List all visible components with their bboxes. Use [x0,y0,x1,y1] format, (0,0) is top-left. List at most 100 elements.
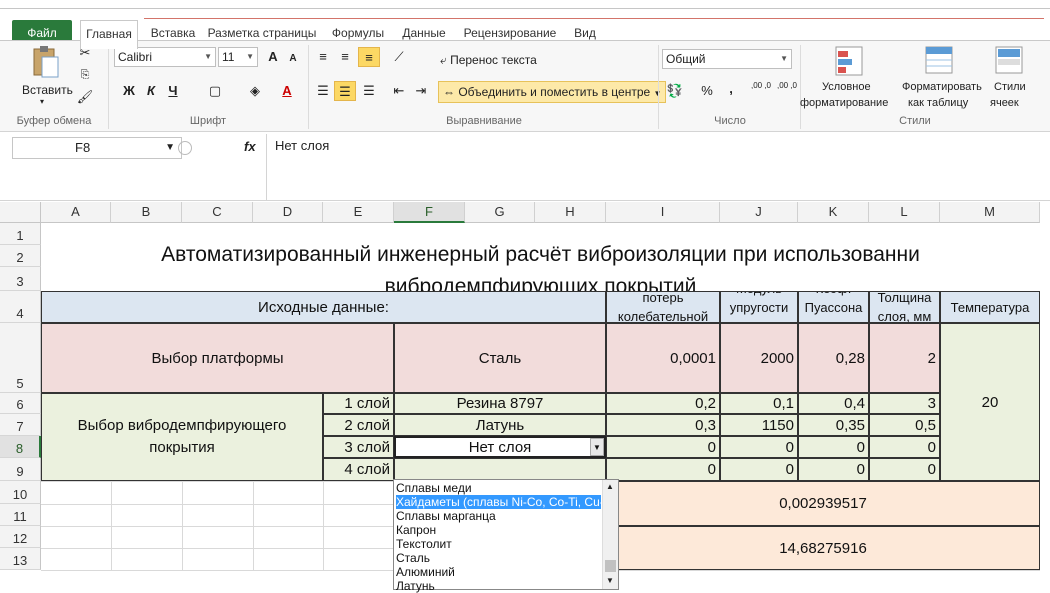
cell-styles-icon[interactable] [994,45,1024,77]
validation-dropdown-list[interactable]: ▲ ▼ Сплавы меди Хайдаметы (сплавы Ni-Co, … [393,479,619,593]
layer-material-select[interactable] [394,458,606,481]
borders-icon[interactable]: ▢ [204,81,226,101]
formula-bar-expand-icon[interactable] [178,141,192,155]
select-all-corner[interactable] [0,202,41,223]
dropdown-option[interactable]: Текстолит [396,537,452,551]
dropdown-option[interactable]: Капрон [396,523,436,537]
row-header[interactable]: 11 [0,504,41,526]
column-header[interactable]: A [41,202,111,223]
wrap-text-button[interactable]: ⤶ Перенос текста [440,53,537,68]
column-header[interactable]: C [182,202,253,223]
format-table-label-1[interactable]: Форматировать [902,81,982,93]
format-table-label-2[interactable]: как таблицу [908,97,968,109]
cell-styles-label-1[interactable]: Стили [994,81,1026,93]
grow-font-icon[interactable]: A [262,47,284,67]
column-header[interactable]: I [606,202,720,223]
separator [108,45,109,129]
scroll-up-icon[interactable]: ▲ [606,482,614,491]
chevron-down-icon: ▼ [204,52,212,61]
align-top-icon[interactable]: ≡ [312,47,334,67]
result-value-1: 0,002939517 [606,481,1040,526]
paste-label[interactable]: Вставить [22,83,73,97]
align-right-icon[interactable]: ☰ [358,81,380,101]
cell-styles-label-2[interactable]: ячеек [990,97,1019,109]
fx-icon[interactable]: fx [244,139,256,154]
shrink-font-icon[interactable]: A [282,49,304,69]
conditional-formatting-icon[interactable] [834,45,864,77]
row-header[interactable]: 2 [0,245,41,267]
number-format-select[interactable]: Общий ▼ [662,49,792,69]
currency-icon[interactable]: 💱 [664,81,686,101]
dropdown-arrow-icon[interactable]: ▼ [590,438,604,456]
header-loss-coefficient: Коэффициентпотерьколебательнойэнергии η [606,291,720,323]
cond-format-label-2[interactable]: форматирование [800,97,888,109]
row-header[interactable]: 3 [0,267,41,291]
column-header[interactable]: K [798,202,869,223]
dropdown-option[interactable]: Сплавы марганца [396,509,496,523]
scroll-down-icon[interactable]: ▼ [606,576,614,585]
layer-thickness: 3 [869,393,940,414]
copy-icon[interactable]: ⎘ [74,65,96,85]
fill-color-icon[interactable]: ◈ [244,81,266,101]
column-header[interactable]: G [465,202,535,223]
column-header[interactable]: J [720,202,798,223]
underline-button[interactable]: Ч [162,81,184,101]
scroll-thumb[interactable] [605,560,616,572]
format-painter-icon[interactable]: 🖌 [74,87,96,107]
dropdown-option[interactable]: Сплавы меди [396,481,472,495]
row-header[interactable]: 4 [0,291,41,323]
column-header[interactable]: E [323,202,394,223]
row-header[interactable]: 12 [0,526,41,548]
percent-button[interactable]: % [696,81,718,101]
column-header[interactable]: D [253,202,323,223]
bold-button[interactable]: Ж [118,81,140,101]
name-box[interactable]: F8 ▼ [12,137,182,159]
column-header[interactable]: B [111,202,182,223]
increase-decimal-button[interactable]: ,00 ,0 [748,81,774,101]
row-header[interactable]: 6 [0,393,41,414]
align-middle-icon[interactable]: ≡ [334,47,356,67]
orientation-icon[interactable]: ⟋ [388,47,410,67]
format-as-table-icon[interactable] [924,45,954,77]
row-header[interactable]: 1 [0,223,41,245]
column-header[interactable]: H [535,202,606,223]
cond-format-label-1[interactable]: Условное [822,81,871,93]
row-header[interactable]: 5 [0,323,41,393]
paste-dropdown-icon[interactable]: ▾ [40,97,44,106]
decrease-decimal-button[interactable]: ,00 ,0 [774,81,800,101]
layer-material-select[interactable]: Латунь [394,414,606,436]
increase-indent-icon[interactable]: ⇥ [410,81,432,101]
column-header[interactable]: F [394,202,465,223]
italic-button[interactable]: К [140,81,162,101]
thousands-button[interactable]: , [720,79,742,99]
align-center-icon[interactable]: ☰ [334,81,356,101]
dropdown-option[interactable]: Латунь [396,579,435,593]
dropdown-option[interactable]: Хайдаметы (сплавы Ni-Co, Co-Ti, Cu-Mn) [396,495,601,509]
row-header[interactable]: 8 [0,436,41,458]
layer-material-select[interactable]: Резина 8797 [394,393,606,414]
align-left-icon[interactable]: ☰ [312,81,334,101]
formula-input[interactable]: Нет слоя [266,134,1050,200]
dropdown-scrollbar[interactable]: ▲ ▼ [602,480,618,589]
tab-home[interactable]: Главная [80,20,138,49]
decrease-indent-icon[interactable]: ⇤ [388,81,410,101]
header-poisson: Коэф.Пуассонаμ [798,291,869,323]
merge-center-button[interactable]: ⇔ Объединить и поместить в центре ▼ [438,81,667,103]
dropdown-option[interactable]: Алюминий [396,565,455,579]
row-header[interactable]: 10 [0,481,41,504]
column-header[interactable]: M [940,202,1040,223]
dropdown-option[interactable]: Сталь [396,551,430,565]
font-name-select[interactable]: Calibri ▼ [114,47,216,67]
paste-icon[interactable] [30,45,60,79]
row-number: 11 [13,509,27,524]
layer-material-select[interactable]: Нет слоя [394,436,606,458]
layer-loss: 0 [606,458,720,481]
row-header[interactable]: 9 [0,458,41,481]
row-header[interactable]: 13 [0,548,41,570]
merge-center-label: Объединить и поместить в центре [458,85,651,99]
font-size-select[interactable]: 11 ▼ [218,47,258,67]
font-color-icon[interactable]: A [276,81,298,101]
row-header[interactable]: 7 [0,414,41,436]
align-bottom-icon[interactable]: ≡ [358,47,380,67]
column-header[interactable]: L [869,202,940,223]
